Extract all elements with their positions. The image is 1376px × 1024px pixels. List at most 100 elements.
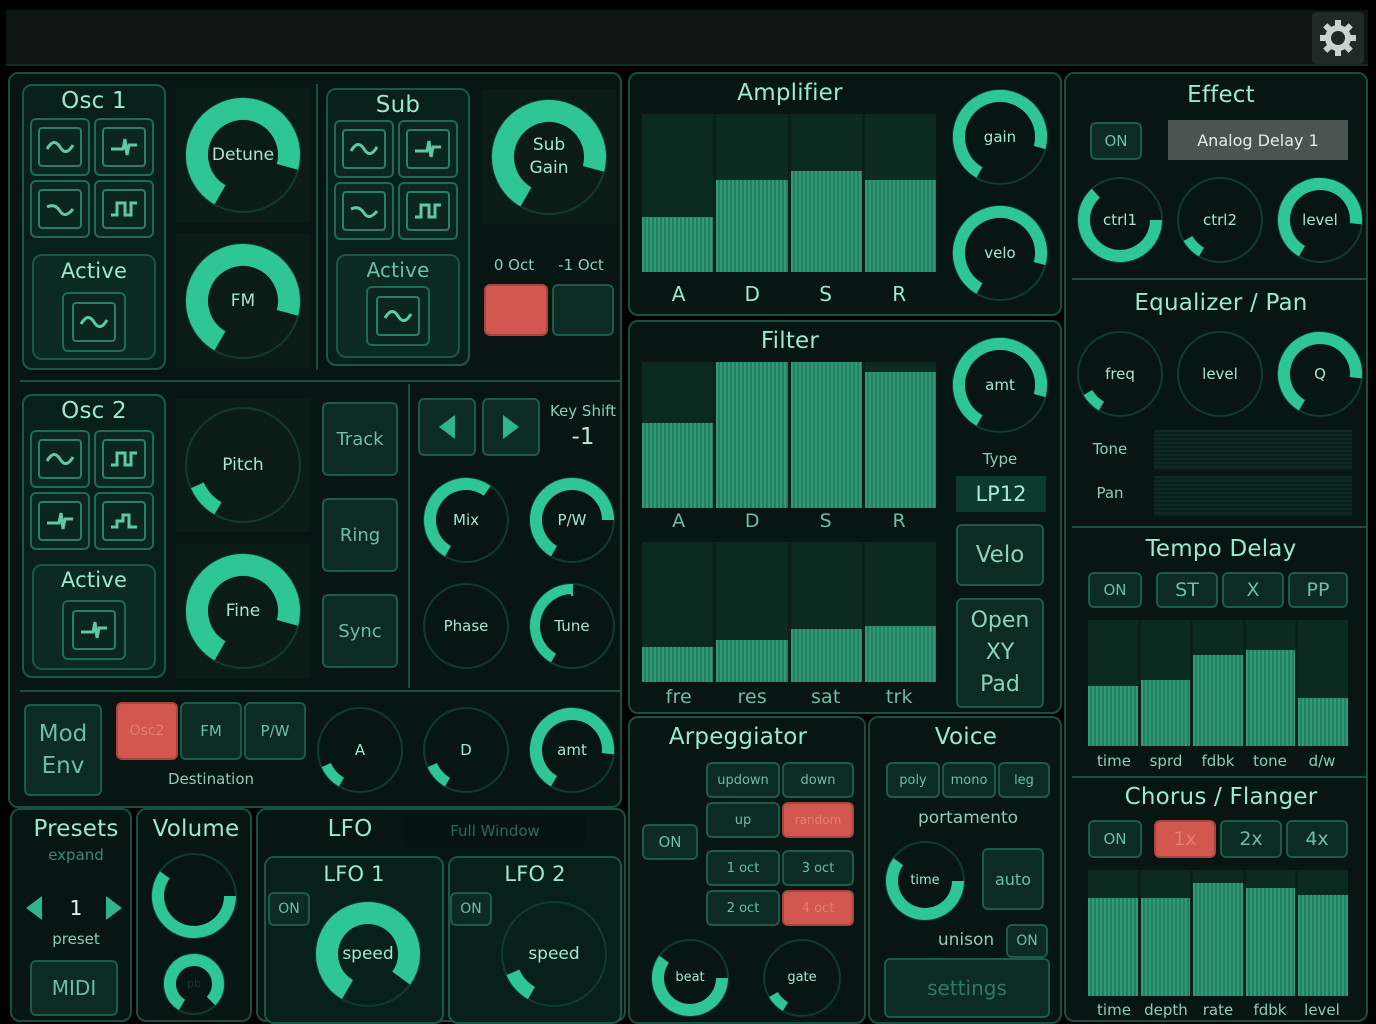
wave-triangle-button[interactable] bbox=[30, 180, 90, 238]
dest-fm-button[interactable]: FM bbox=[180, 702, 242, 760]
sub-gain-knob[interactable]: Sub Gain bbox=[482, 90, 616, 224]
keyshift-left-button[interactable] bbox=[418, 398, 476, 456]
wave-sine-button[interactable] bbox=[30, 118, 90, 176]
sub-wave-triangle-button[interactable] bbox=[334, 182, 394, 240]
voice-leg-button[interactable]: leg bbox=[998, 762, 1050, 798]
arp-beat-knob[interactable]: beat bbox=[646, 934, 734, 1022]
ring-button[interactable]: Ring bbox=[322, 498, 398, 572]
eq-freq-knob[interactable]: freq bbox=[1072, 326, 1168, 422]
detune-knob[interactable]: Detune bbox=[176, 88, 310, 222]
bar-slider[interactable] bbox=[716, 114, 788, 272]
bar-slider[interactable] bbox=[1193, 870, 1243, 996]
effect-level-knob[interactable]: level bbox=[1272, 172, 1368, 268]
tone-slider[interactable] bbox=[1154, 430, 1352, 470]
keyshift-right-button[interactable] bbox=[482, 398, 540, 456]
unison-on-button[interactable]: ON bbox=[1006, 924, 1048, 958]
mix-knob[interactable]: Mix bbox=[418, 472, 514, 568]
fine-knob[interactable]: Fine bbox=[176, 544, 310, 678]
filter-param-bars[interactable] bbox=[642, 542, 936, 682]
arp-up-button[interactable]: up bbox=[706, 802, 780, 838]
effect-preset-selector[interactable]: Analog Delay 1 bbox=[1168, 120, 1348, 160]
tune-knob[interactable]: Tune bbox=[524, 578, 620, 674]
portamento-time-knob[interactable]: time bbox=[880, 836, 970, 926]
tempo-x-button[interactable]: X bbox=[1222, 572, 1284, 608]
preset-prev-button[interactable] bbox=[22, 894, 46, 926]
lfo1-on-button[interactable]: ON bbox=[268, 892, 310, 926]
wave-saw-button[interactable] bbox=[94, 118, 154, 176]
sub-active-wave-button[interactable] bbox=[366, 286, 430, 346]
bar-slider[interactable] bbox=[790, 542, 862, 682]
bar-slider[interactable] bbox=[790, 114, 862, 272]
amp-velo-knob[interactable]: velo bbox=[946, 200, 1054, 306]
preset-next-button[interactable] bbox=[102, 894, 126, 926]
bar-slider[interactable] bbox=[642, 542, 714, 682]
arp-updown-button[interactable]: updown bbox=[706, 762, 780, 798]
open-xy-pad-button[interactable]: Open XY Pad bbox=[956, 598, 1044, 708]
dest-pw-button[interactable]: P/W bbox=[244, 702, 306, 760]
effect-ctrl2-knob[interactable]: ctrl2 bbox=[1172, 172, 1268, 268]
filter-envelope-bars[interactable] bbox=[642, 362, 936, 508]
chorus-1x-button[interactable]: 1x bbox=[1154, 820, 1216, 858]
chorus-on-button[interactable]: ON bbox=[1088, 820, 1142, 858]
filter-type-selector[interactable]: LP12 bbox=[956, 476, 1046, 512]
bar-slider[interactable] bbox=[790, 362, 862, 508]
wave-square-button[interactable] bbox=[94, 180, 154, 238]
bar-slider[interactable] bbox=[1088, 870, 1138, 996]
effect-on-button[interactable]: ON bbox=[1090, 122, 1142, 160]
tempo-st-button[interactable]: ST bbox=[1156, 572, 1218, 608]
lfo2-on-button[interactable]: ON bbox=[450, 892, 492, 926]
volume-knob[interactable] bbox=[146, 848, 242, 944]
filter-amt-knob[interactable]: amt bbox=[946, 332, 1054, 438]
bar-slider[interactable] bbox=[864, 362, 936, 508]
track-button[interactable]: Track bbox=[322, 402, 398, 476]
arp-down-button[interactable]: down bbox=[782, 762, 854, 798]
osc2-wave-pulse-button[interactable] bbox=[94, 492, 154, 550]
full-window-button[interactable]: Full Window bbox=[404, 816, 586, 846]
voice-mono-button[interactable]: mono bbox=[942, 762, 996, 798]
amp-envelope-bars[interactable] bbox=[642, 114, 936, 272]
sync-button[interactable]: Sync bbox=[322, 594, 398, 668]
fm-knob[interactable]: FM bbox=[176, 234, 310, 368]
sub-wave-square-button[interactable] bbox=[398, 182, 458, 240]
settings-button[interactable] bbox=[1312, 12, 1364, 64]
osc2-wave-sine-button[interactable] bbox=[30, 430, 90, 488]
presets-expand[interactable]: expand bbox=[10, 846, 142, 864]
arp-3oct-button[interactable]: 3 oct bbox=[782, 850, 854, 886]
tempo-delay-bars[interactable] bbox=[1088, 620, 1348, 746]
dest-osc2-button[interactable]: Osc2 bbox=[116, 702, 178, 760]
sub-wave-saw-button[interactable] bbox=[398, 120, 458, 178]
arp-on-button[interactable]: ON bbox=[642, 824, 698, 860]
amp-gain-knob[interactable]: gain bbox=[946, 84, 1054, 190]
bar-slider[interactable] bbox=[1245, 870, 1296, 996]
arp-random-button[interactable]: random bbox=[782, 802, 854, 838]
osc2-active-wave-button[interactable] bbox=[62, 600, 126, 660]
bar-slider[interactable] bbox=[1193, 620, 1243, 746]
pw-knob[interactable]: P/W bbox=[524, 472, 620, 568]
chorus-bars[interactable] bbox=[1088, 870, 1348, 996]
arp-4oct-button[interactable]: 4 oct bbox=[782, 890, 854, 926]
pan-slider[interactable] bbox=[1154, 476, 1352, 516]
bar-slider[interactable] bbox=[1140, 620, 1191, 746]
midi-button[interactable]: MIDI bbox=[30, 960, 118, 1016]
osc1-active-wave-button[interactable] bbox=[62, 292, 126, 352]
bar-slider[interactable] bbox=[1298, 870, 1348, 996]
modenv-d-knob[interactable]: D bbox=[418, 702, 514, 798]
bar-slider[interactable] bbox=[1298, 620, 1348, 746]
eq-q-knob[interactable]: Q bbox=[1272, 326, 1368, 422]
bar-slider[interactable] bbox=[1140, 870, 1191, 996]
tempo-on-button[interactable]: ON bbox=[1088, 572, 1142, 608]
effect-ctrl1-knob[interactable]: ctrl1 bbox=[1072, 172, 1168, 268]
chorus-2x-button[interactable]: 2x bbox=[1220, 820, 1282, 858]
eq-level-knob[interactable]: level bbox=[1172, 326, 1268, 422]
voice-settings-button[interactable]: settings bbox=[884, 958, 1050, 1018]
bar-slider[interactable] bbox=[864, 542, 936, 682]
modenv-amt-knob[interactable]: amt bbox=[524, 702, 620, 798]
phase-knob[interactable]: Phase bbox=[418, 578, 514, 674]
osc2-wave-square-button[interactable] bbox=[94, 430, 154, 488]
modenv-a-knob[interactable]: A bbox=[312, 702, 408, 798]
arp-gate-knob[interactable]: gate bbox=[758, 934, 846, 1022]
bar-slider[interactable] bbox=[642, 362, 714, 508]
chorus-4x-button[interactable]: 4x bbox=[1286, 820, 1348, 858]
bar-slider[interactable] bbox=[1088, 620, 1138, 746]
pitchbend-knob[interactable]: pb bbox=[150, 948, 238, 1020]
